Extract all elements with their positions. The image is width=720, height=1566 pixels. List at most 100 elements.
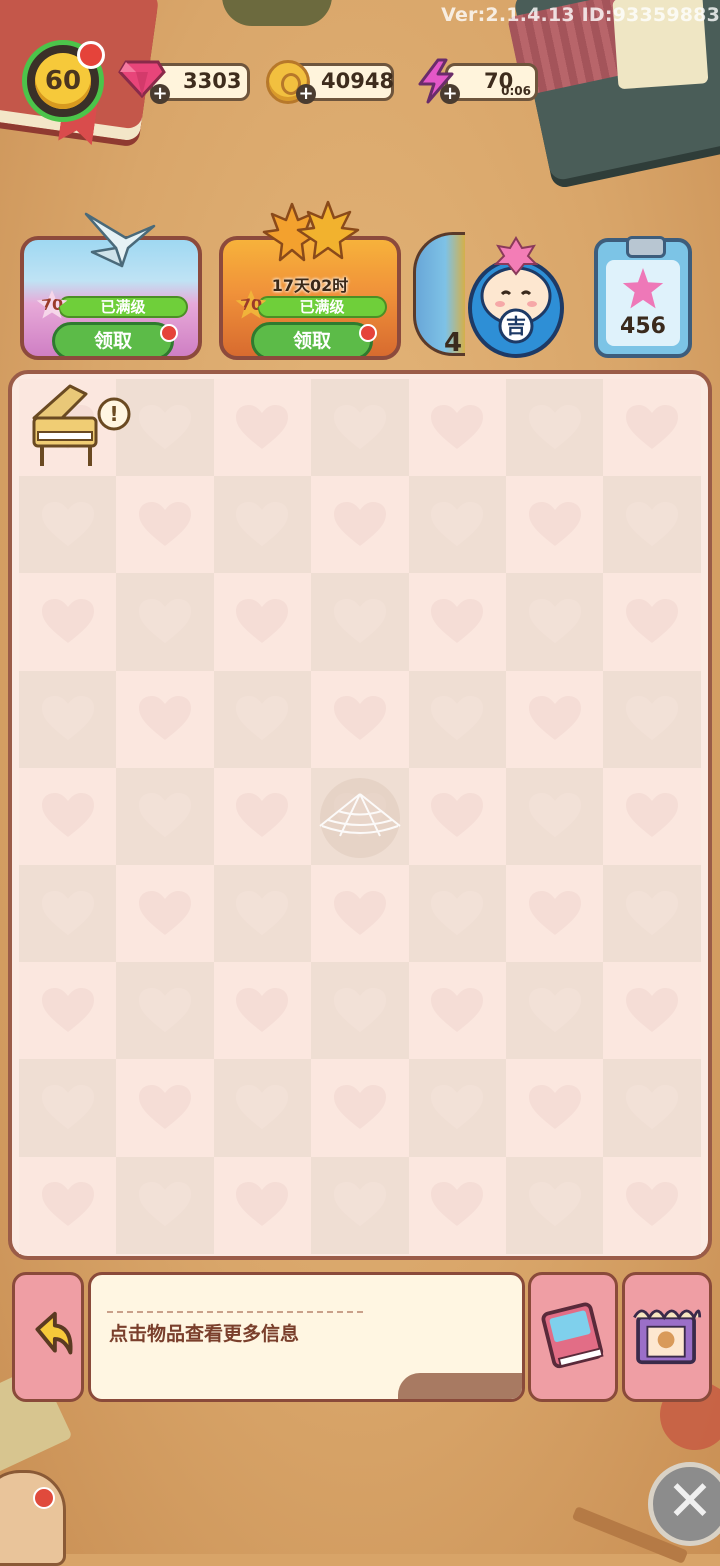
board-cell[interactable] (505, 962, 604, 1060)
board-cell[interactable] (408, 962, 506, 1060)
board-cell[interactable] (213, 767, 312, 865)
claim-button[interactable]: 领取 (251, 322, 373, 356)
hamster-avatar[interactable] (0, 1470, 66, 1566)
board-cell[interactable] (116, 476, 214, 574)
board-cell[interactable] (505, 476, 604, 574)
board-cell[interactable] (311, 573, 409, 671)
board-cell[interactable] (505, 1059, 604, 1157)
board-cell[interactable] (408, 864, 506, 963)
piano-icon[interactable]: ! (26, 380, 136, 474)
board-cell[interactable] (603, 1059, 701, 1157)
heart-icon (236, 1182, 289, 1227)
board-cell[interactable] (311, 670, 409, 768)
board-cell[interactable] (19, 1059, 117, 1157)
board-cell[interactable] (213, 864, 312, 963)
daruma-glyph: 吉 (506, 314, 526, 338)
info-hint-text: 点击物品查看更多信息 (109, 1323, 300, 1345)
claim-button[interactable]: 领取 (52, 322, 174, 356)
board-cell[interactable] (408, 767, 506, 865)
board-cell[interactable] (19, 670, 117, 768)
board-cell[interactable] (19, 767, 117, 865)
heart-icon (626, 890, 679, 935)
board-cell[interactable] (116, 573, 214, 671)
board-cell[interactable] (603, 670, 701, 768)
heart-icon (626, 1182, 679, 1227)
heart-icon (41, 793, 94, 838)
board-cell[interactable] (603, 767, 701, 865)
board-cell[interactable] (408, 1059, 506, 1157)
item-info-panel: 点击物品查看更多信息 (88, 1272, 525, 1402)
board-cell[interactable] (213, 476, 312, 574)
board-cell[interactable] (213, 1059, 312, 1157)
back-button[interactable] (12, 1272, 84, 1402)
shop-button[interactable] (622, 1272, 712, 1402)
board-cell[interactable] (603, 476, 701, 574)
board-cell[interactable] (116, 962, 214, 1060)
board-cell[interactable] (213, 962, 312, 1060)
board-cell[interactable] (311, 379, 409, 477)
board-cell[interactable] (19, 1156, 117, 1254)
heart-icon (333, 1084, 386, 1129)
board-cell[interactable] (311, 1059, 409, 1157)
cobweb-icon (319, 778, 401, 858)
add-coins-button[interactable]: + (296, 84, 316, 104)
board-cell[interactable] (311, 864, 409, 963)
board-cell[interactable] (408, 476, 506, 574)
board-cell[interactable] (408, 573, 506, 671)
heart-icon (528, 890, 581, 935)
board-cell[interactable] (19, 476, 117, 574)
board-cell[interactable] (213, 573, 312, 671)
board-cell[interactable] (116, 1059, 214, 1157)
board-cell[interactable] (603, 962, 701, 1060)
clipboard-icon[interactable]: 456 (594, 236, 692, 358)
board-cell[interactable] (408, 1156, 506, 1254)
heart-icon (431, 793, 484, 838)
board-cell[interactable] (603, 573, 701, 671)
player-level-badge[interactable]: 60 (22, 40, 105, 122)
heart-icon (626, 696, 679, 741)
board-cell[interactable] (505, 573, 604, 671)
board-cell[interactable] (603, 864, 701, 963)
board-cell[interactable] (505, 864, 604, 963)
board-cell[interactable] (603, 1156, 701, 1254)
heart-icon (333, 1182, 386, 1227)
notification-dot (160, 324, 178, 342)
board-cell[interactable] (408, 670, 506, 768)
board-cell[interactable] (311, 962, 409, 1060)
board-cell[interactable] (603, 379, 701, 477)
collection-book-button[interactable] (528, 1272, 618, 1402)
shop-icon (633, 1309, 702, 1365)
board-cell[interactable] (19, 864, 117, 963)
board-cell[interactable] (213, 1156, 312, 1254)
board-cell[interactable] (505, 379, 604, 477)
board-cell[interactable] (116, 670, 214, 768)
clipboard-clip (626, 236, 666, 258)
board-cell[interactable] (408, 379, 506, 477)
board-cell[interactable] (505, 670, 604, 768)
board-cell[interactable] (19, 573, 117, 671)
heart-icon (431, 696, 484, 741)
board-cell[interactable] (19, 962, 117, 1060)
heart-icon (41, 1182, 94, 1227)
heart-icon (333, 987, 386, 1032)
heart-icon (431, 501, 484, 546)
heart-icon (626, 1084, 679, 1129)
paper-crane-icon (84, 212, 156, 268)
board-cell[interactable] (213, 379, 312, 477)
board-cell[interactable] (311, 1156, 409, 1254)
board-cell[interactable] (116, 864, 214, 963)
board-cell[interactable] (116, 1156, 214, 1254)
board-cell[interactable] (116, 767, 214, 865)
board-cell[interactable] (505, 1156, 604, 1254)
add-energy-button[interactable]: + (440, 84, 460, 104)
heart-icon (528, 696, 581, 741)
heart-icon (139, 696, 192, 741)
heart-icon (333, 890, 386, 935)
add-gems-button[interactable]: + (150, 84, 170, 104)
board-cell[interactable] (311, 476, 409, 574)
board-cell[interactable] (213, 670, 312, 768)
heart-icon (139, 598, 192, 643)
heart-icon (431, 987, 484, 1032)
daruma-icon[interactable]: 吉 (466, 234, 566, 358)
board-cell[interactable] (505, 767, 604, 865)
